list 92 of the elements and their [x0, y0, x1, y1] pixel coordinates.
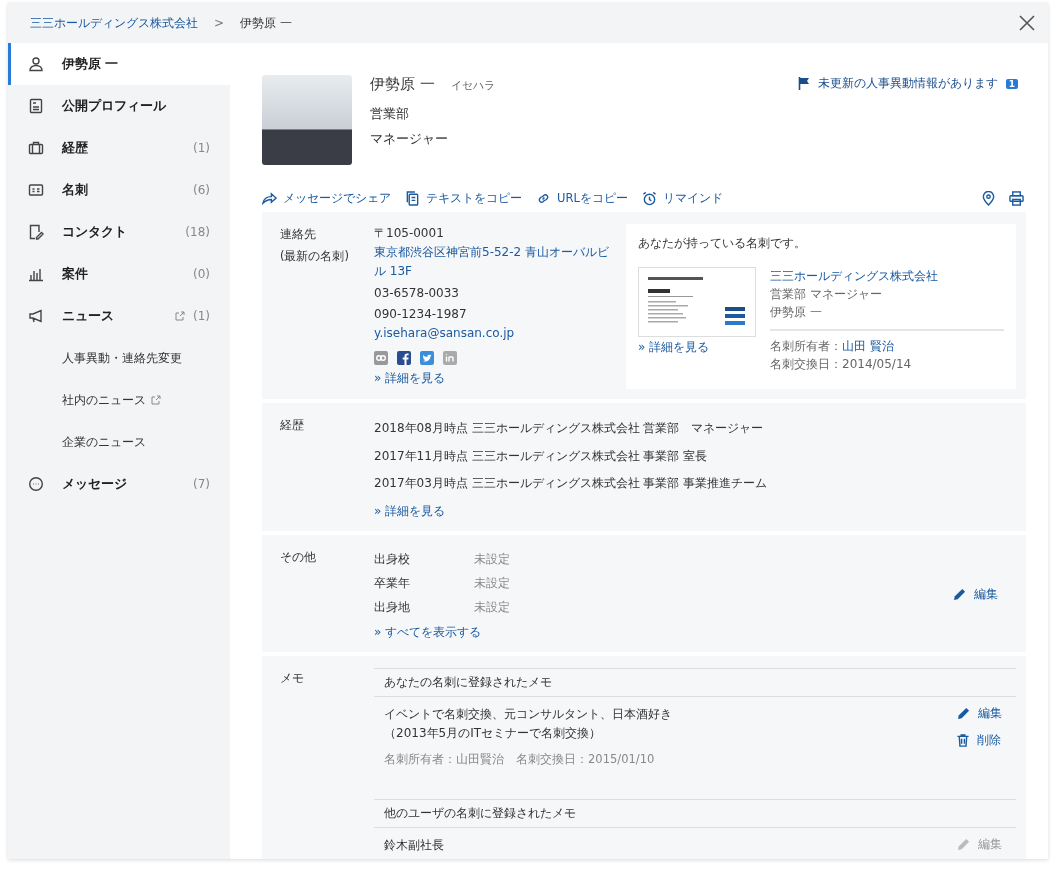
- career-entry: 2018年08月時点 三三ホールディングス株式会社 営業部 マネージャー: [374, 420, 765, 437]
- item-count: (6): [193, 183, 210, 197]
- sidebar-item[interactable]: ニュース (1): [8, 295, 230, 337]
- notice-link[interactable]: 未更新の人事異動情報があります 1: [797, 75, 1018, 92]
- field-value: 未設定: [474, 550, 510, 568]
- chain-link-icon[interactable]: [374, 351, 388, 366]
- edit-link[interactable]: 編集: [953, 586, 998, 604]
- career-entry: 2017年11月時点 三三ホールディングス株式会社 事業部 室長: [374, 447, 709, 465]
- details-link[interactable]: » 詳細を見る: [374, 501, 1016, 521]
- memo-text: イベントで名刺交換、元コンサルタント、日本酒好き: [384, 706, 673, 724]
- action-link[interactable]: メッセージでシェア: [262, 191, 391, 206]
- sidebar-item[interactable]: 経歴 (1): [8, 127, 230, 169]
- breadcrumb-current: 伊勢原 一: [240, 14, 292, 32]
- memo-text: （2013年5月のITセミナーで名刺交換）: [384, 725, 603, 743]
- owner-link[interactable]: 山田 賢治: [842, 339, 894, 353]
- memo-group-heading: 他のユーザの名刺に登録されたメモ: [374, 798, 1016, 828]
- details-link[interactable]: » 詳細を見る: [374, 369, 614, 389]
- field-value: 未設定: [474, 598, 510, 616]
- person-icon: [28, 56, 44, 72]
- alarm-clock-icon: [641, 191, 657, 206]
- exchange-date: 名刺交換日：2014/05/14: [770, 356, 913, 373]
- item-count: (1): [193, 309, 210, 323]
- trash-icon: [957, 734, 969, 748]
- id-card-icon: [28, 182, 44, 198]
- flag-icon: [797, 77, 810, 90]
- map-pin-icon[interactable]: [982, 191, 995, 206]
- item-count: (0): [193, 267, 210, 281]
- delete-link[interactable]: 削除: [957, 732, 1002, 750]
- action-link[interactable]: リマインド: [641, 191, 723, 206]
- person-name: 伊勢原 一: [370, 75, 435, 94]
- item-count: (18): [185, 225, 210, 239]
- details-link[interactable]: » 詳細を見る: [638, 340, 710, 354]
- card-name: 伊勢原 一: [770, 304, 823, 321]
- bar-chart-icon: [28, 266, 44, 282]
- briefcase-icon: [28, 140, 44, 156]
- section-sublabel: (最新の名刺): [280, 247, 350, 265]
- notice-count-badge: 1: [1005, 78, 1018, 89]
- company-link[interactable]: 三三ホールディングス株式会社: [770, 267, 1004, 285]
- career-entry: 2017年03月時点 三三ホールディングス株式会社 事業部 事業推進チーム: [374, 475, 769, 493]
- sidebar-item[interactable]: コンタクト (18): [8, 211, 230, 253]
- section-label: メモ: [280, 670, 305, 688]
- address-link[interactable]: 東京都渋谷区神宮前5-52-2 青山オーバルビル 13F: [374, 243, 614, 282]
- field-name: 出身地: [374, 598, 411, 616]
- print-icon[interactable]: [1009, 191, 1024, 206]
- sidebar-item[interactable]: メッセージ (7): [8, 463, 230, 505]
- name-reading: イセハラ: [450, 78, 495, 93]
- breadcrumb-link[interactable]: 三三ホールディングス株式会社: [30, 14, 198, 32]
- field-name: 卒業年: [374, 574, 411, 592]
- field-name: 出身校: [374, 550, 411, 568]
- sidebar-item[interactable]: 公開プロフィール: [8, 85, 230, 127]
- phone-number: 03-6578-0033: [374, 284, 460, 302]
- item-count: (1): [193, 141, 210, 155]
- notice-text: 未更新の人事異動情報があります: [817, 75, 998, 92]
- sidebar-subitem[interactable]: 社内のニュース: [8, 379, 230, 421]
- action-link[interactable]: テキストをコピー: [405, 191, 522, 206]
- sidebar-subitem[interactable]: 企業のニュース: [8, 421, 230, 463]
- pencil-icon: [957, 707, 970, 721]
- memo-meta: 名刺所有者：山田賢治 名刺交換日：2015/01/10: [384, 751, 656, 767]
- note-pencil-icon: [28, 224, 44, 240]
- email-link[interactable]: y.isehara@sansan.co.jp: [374, 323, 614, 344]
- section-label: 連絡先: [280, 226, 317, 243]
- share-arrow-icon: [262, 191, 277, 206]
- phone-number: 090-1234-1987: [374, 305, 468, 323]
- bird-icon[interactable]: [420, 351, 434, 366]
- pencil-icon: [957, 837, 970, 851]
- item-count: (7): [193, 477, 210, 491]
- job-title: マネージャー: [370, 131, 449, 148]
- postal-code: 〒105-0001: [374, 225, 445, 242]
- link-icon: [536, 191, 551, 206]
- action-link[interactable]: URLをコピー: [536, 191, 628, 206]
- card-heading: あなたが持っている名刺です。: [638, 236, 807, 251]
- section-label: その他: [280, 548, 317, 566]
- speech-bubble-icon: [28, 476, 44, 492]
- business-card-drawing[interactable]: [638, 267, 756, 337]
- show-all-link[interactable]: » すべてを表示する: [374, 622, 953, 643]
- letter-f-icon[interactable]: [397, 351, 411, 366]
- copy-icon: [405, 191, 420, 206]
- section-label: 経歴: [280, 417, 305, 434]
- breadcrumb-separator: >: [214, 16, 225, 30]
- memo-group-heading: あなたの名刺に登録されたメモ: [374, 668, 1016, 698]
- sidebar-item[interactable]: 案件 (0): [8, 253, 230, 295]
- megaphone-icon: [28, 308, 44, 324]
- owner-label: 名刺所有者：: [770, 339, 842, 353]
- field-value: 未設定: [474, 574, 510, 592]
- department: 営業部: [370, 106, 410, 123]
- memo-text: 鈴木副社長: [384, 836, 445, 854]
- sidebar-subitem[interactable]: 人事異動・連絡先変更: [8, 337, 230, 379]
- pencil-icon: [953, 588, 966, 602]
- edit-link[interactable]: 編集: [957, 705, 1002, 723]
- profile-card-icon: [28, 98, 44, 114]
- sidebar-item[interactable]: 名刺 (6): [8, 169, 230, 211]
- card-position: 営業部 マネージャー: [770, 286, 883, 303]
